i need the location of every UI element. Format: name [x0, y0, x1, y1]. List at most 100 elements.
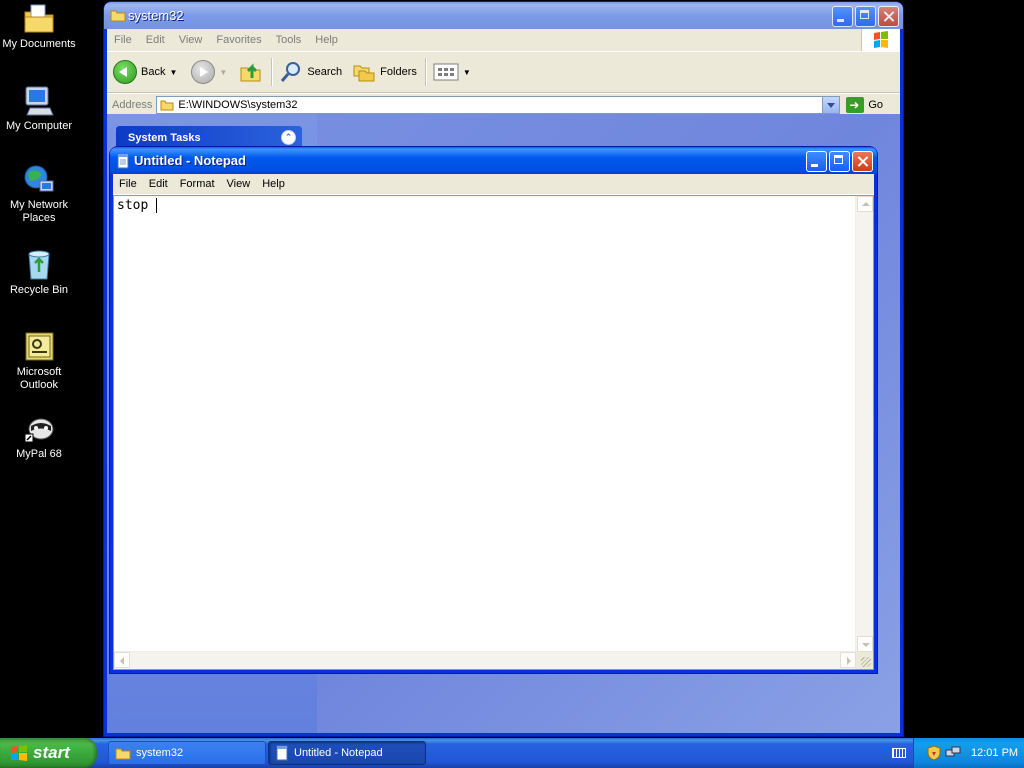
go-label: Go — [868, 99, 884, 111]
menu-tools[interactable]: Tools — [269, 34, 309, 46]
back-button[interactable]: Back ▼ — [113, 60, 177, 84]
explorer-titlebar[interactable]: system32 — [104, 2, 903, 29]
menu-view[interactable]: View — [172, 34, 210, 46]
go-button[interactable]: Go — [846, 97, 883, 113]
windows-logo-icon — [861, 29, 900, 51]
up-folder-icon — [240, 63, 261, 82]
back-label: Back — [141, 66, 166, 78]
address-bar: Address E:\WINDOWS\system32 Go — [107, 93, 900, 116]
system-tasks-title: System Tasks — [128, 132, 201, 144]
collapse-chevron-icon[interactable]: ⌃ — [281, 130, 296, 145]
taskbar: start system32 Untitled - Notepad 12:01 … — [0, 738, 1024, 768]
search-button[interactable]: Search — [279, 60, 342, 84]
taskbar-item-system32[interactable]: system32 — [108, 741, 266, 765]
address-dropdown-icon[interactable] — [822, 97, 840, 113]
desktop-icon-outlook[interactable]: Microsoft Outlook — [0, 330, 78, 392]
views-button[interactable]: ▼ — [433, 62, 471, 82]
vertical-scrollbar[interactable] — [855, 196, 873, 652]
folders-button[interactable]: Folders — [352, 60, 417, 84]
desktop-icon-mypal[interactable]: MyPal 68 — [0, 412, 78, 461]
taskbar-item-notepad[interactable]: Untitled - Notepad — [268, 741, 426, 765]
views-icon — [433, 63, 459, 81]
back-dropdown-icon[interactable]: ▼ — [169, 68, 177, 77]
menu-favorites[interactable]: Favorites — [209, 34, 268, 46]
desktop-icon-my-documents[interactable]: My Documents — [0, 2, 78, 51]
folder-icon — [160, 100, 174, 111]
close-button[interactable] — [852, 151, 873, 172]
desktop-icon-label: My Computer — [5, 120, 73, 132]
menu-view[interactable]: View — [221, 178, 257, 190]
back-arrow-icon — [113, 60, 137, 84]
folders-icon — [353, 65, 375, 82]
mypal-icon — [22, 412, 56, 446]
scroll-down-icon[interactable] — [857, 636, 873, 652]
outlook-icon — [22, 330, 56, 364]
desktop-icon-my-computer[interactable]: My Computer — [0, 84, 78, 133]
explorer-toolbar: Back ▼ ▼ Search Folders ▼ — [107, 51, 900, 93]
forward-button[interactable]: ▼ — [191, 60, 227, 84]
desktop-icon-label: MyPal 68 — [16, 448, 62, 460]
go-arrow-icon — [846, 97, 865, 113]
window-title: system32 — [128, 8, 184, 23]
notepad-icon — [276, 745, 288, 761]
desktop-icon-label: Recycle Bin — [9, 284, 69, 296]
taskbar-item-label: Untitled - Notepad — [294, 747, 383, 759]
text-cursor — [156, 198, 158, 213]
address-label: Address — [112, 99, 153, 111]
windows-flag-icon — [10, 744, 28, 762]
horizontal-scrollbar[interactable] — [114, 651, 856, 669]
my-computer-icon — [22, 84, 56, 118]
maximize-button[interactable] — [829, 151, 850, 172]
desktop-icon-label: Microsoft Outlook — [16, 366, 62, 391]
resize-grip-icon[interactable] — [856, 652, 873, 669]
minimize-button[interactable] — [832, 6, 853, 27]
network-icon[interactable] — [945, 745, 961, 761]
notepad-window: Untitled - Notepad File Edit Format View… — [110, 147, 877, 673]
menu-edit[interactable]: Edit — [139, 34, 172, 46]
taskbar-item-label: system32 — [136, 747, 184, 759]
start-label: start — [33, 743, 70, 762]
explorer-menubar: File Edit View Favorites Tools Help — [107, 29, 900, 51]
folders-label: Folders — [380, 66, 417, 78]
minimize-button[interactable] — [806, 151, 827, 172]
notepad-text-area[interactable]: stop — [113, 195, 874, 670]
system-tray: 12:01 PM — [913, 738, 1024, 768]
desktop-icon-label: My Documents — [2, 38, 76, 50]
notepad-icon — [116, 153, 130, 169]
notepad-content: stop — [117, 198, 157, 213]
toolbar-separator — [271, 58, 274, 86]
forward-dropdown-icon[interactable]: ▼ — [219, 68, 227, 77]
desktop-icon-label: My Network Places — [9, 199, 69, 224]
keyboard-icon[interactable] — [892, 748, 906, 758]
clock[interactable]: 12:01 PM — [971, 747, 1018, 759]
start-button[interactable]: start — [0, 738, 97, 768]
menu-file[interactable]: File — [107, 34, 139, 46]
menu-help[interactable]: Help — [308, 34, 345, 46]
address-field[interactable]: E:\WINDOWS\system32 — [156, 96, 841, 114]
scroll-up-icon[interactable] — [857, 196, 873, 212]
menu-edit[interactable]: Edit — [143, 178, 174, 190]
toolbar-separator — [424, 58, 427, 86]
views-dropdown-icon[interactable]: ▼ — [463, 68, 471, 77]
notepad-menubar: File Edit Format View Help — [113, 174, 874, 195]
desktop-icon-network-places[interactable]: My Network Places — [0, 163, 78, 225]
search-label: Search — [307, 66, 343, 78]
folder-icon — [110, 8, 126, 22]
window-title: Untitled - Notepad — [134, 153, 246, 168]
search-icon — [281, 62, 301, 82]
desktop-icon-recycle-bin[interactable]: Recycle Bin — [0, 248, 78, 297]
my-documents-icon — [22, 2, 56, 36]
up-folder-button[interactable] — [239, 60, 263, 84]
menu-file[interactable]: File — [113, 178, 143, 190]
scroll-left-icon[interactable] — [114, 652, 130, 668]
menu-help[interactable]: Help — [256, 178, 291, 190]
maximize-button[interactable] — [855, 6, 876, 27]
folder-icon — [115, 748, 131, 760]
network-places-icon — [22, 163, 56, 197]
notepad-titlebar[interactable]: Untitled - Notepad — [110, 147, 877, 174]
menu-format[interactable]: Format — [174, 178, 221, 190]
scroll-right-icon[interactable] — [840, 652, 856, 668]
security-shield-icon[interactable] — [926, 745, 942, 761]
close-button[interactable] — [878, 6, 899, 27]
recycle-bin-icon — [22, 248, 56, 282]
